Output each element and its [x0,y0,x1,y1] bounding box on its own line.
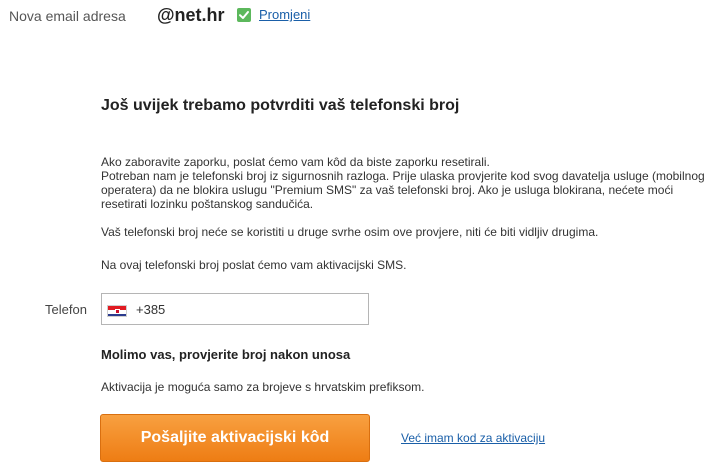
email-row: Nova email adresa @net.hr Promjeni [0,0,720,30]
email-value: @net.hr [157,5,225,25]
privacy-paragraph: Vaš telefonski broj neće se koristiti u … [101,225,599,239]
phone-field[interactable] [101,293,369,325]
verify-note: Molimo vas, provjerite broj nakon unosa [101,347,351,362]
change-email-link[interactable]: Promjeni [259,7,310,22]
phone-label: Telefon [45,302,87,317]
check-icon [237,8,251,22]
prefix-note: Aktivacija je moguća samo za brojeve s h… [101,380,425,394]
send-code-button[interactable]: Pošaljite aktivacijski kôd [100,414,370,462]
croatia-flag-icon[interactable] [107,305,127,317]
page-title: Još uvijek trebamo potvrditi vaš telefon… [101,97,460,114]
phone-input[interactable] [136,300,361,318]
sms-paragraph: Na ovaj telefonski broj poslat ćemo vam … [101,258,407,272]
have-code-link[interactable]: Već imam kod za aktivaciju [401,431,545,445]
info-paragraph: Ako zaboravite zaporku, poslat ćemo vam … [101,155,705,211]
email-label: Nova email adresa [9,8,126,24]
